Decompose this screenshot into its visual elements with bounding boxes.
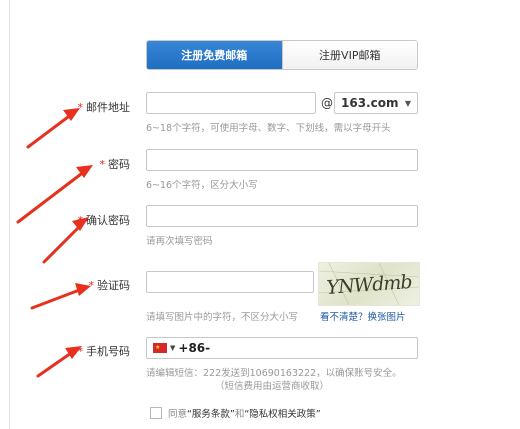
arrow-icon (16, 165, 93, 224)
annotation-arrows (16, 108, 93, 378)
arrow-icon (36, 346, 82, 378)
arrow-icon (42, 217, 89, 264)
arrow-icon (26, 108, 80, 149)
arrow-icon (30, 283, 91, 310)
